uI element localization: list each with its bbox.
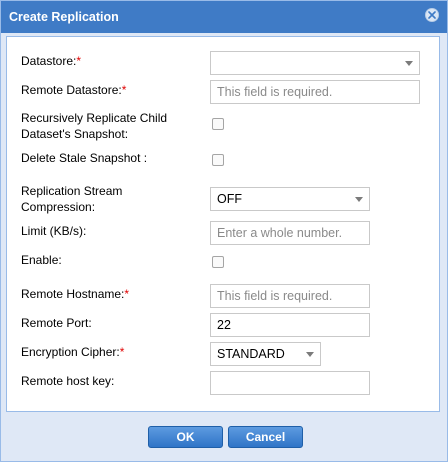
compression-value: OFF: [217, 192, 242, 206]
close-button[interactable]: [425, 8, 439, 22]
required-marker: *: [119, 345, 125, 359]
remote-hostname-input[interactable]: [210, 284, 370, 308]
remote-host-key-input[interactable]: [210, 371, 370, 395]
enable-checkbox[interactable]: [212, 256, 224, 268]
chevron-down-icon: [306, 352, 314, 357]
ok-button[interactable]: OK: [148, 426, 223, 448]
delete-stale-checkbox[interactable]: [212, 154, 224, 166]
form-panel: Datastore:* Remote Datastore:* Recursive…: [6, 36, 440, 412]
required-marker: *: [124, 287, 130, 301]
remote-hostname-label: Remote Hostname:*: [21, 287, 130, 301]
dialog-footer: OK Cancel: [1, 413, 447, 461]
cancel-button[interactable]: Cancel: [228, 426, 303, 448]
compression-label: Replication Stream Compression:: [21, 184, 123, 214]
chevron-down-icon: [355, 197, 363, 202]
chevron-down-icon: [405, 61, 413, 66]
required-marker: *: [121, 83, 127, 97]
create-replication-dialog: Create Replication Datastore:* Remote Da…: [0, 0, 448, 462]
enable-label: Enable:: [21, 253, 62, 267]
datastore-select[interactable]: [210, 51, 420, 75]
remote-host-key-label: Remote host key:: [21, 374, 115, 388]
cipher-label: Encryption Cipher:*: [21, 345, 125, 359]
remote-datastore-label: Remote Datastore:*: [21, 83, 127, 97]
remote-port-label: Remote Port:: [21, 316, 92, 330]
limit-input[interactable]: [210, 221, 370, 245]
limit-label: Limit (KB/s):: [21, 224, 87, 238]
required-marker: *: [76, 54, 82, 68]
datastore-label: Datastore:*: [21, 54, 82, 68]
cipher-value: STANDARD: [217, 347, 285, 361]
recursive-label: Recursively Replicate Child Dataset's Sn…: [21, 111, 168, 141]
dialog-title: Create Replication: [9, 10, 119, 24]
compression-select[interactable]: OFF: [210, 187, 370, 211]
delete-stale-label: Delete Stale Snapshot :: [21, 151, 148, 165]
remote-datastore-input[interactable]: [210, 80, 420, 104]
remote-port-input[interactable]: [210, 313, 370, 337]
cipher-select[interactable]: STANDARD: [210, 342, 321, 366]
dialog-title-bar[interactable]: Create Replication: [1, 1, 447, 33]
recursive-checkbox[interactable]: [212, 118, 224, 130]
close-icon: [428, 11, 436, 19]
